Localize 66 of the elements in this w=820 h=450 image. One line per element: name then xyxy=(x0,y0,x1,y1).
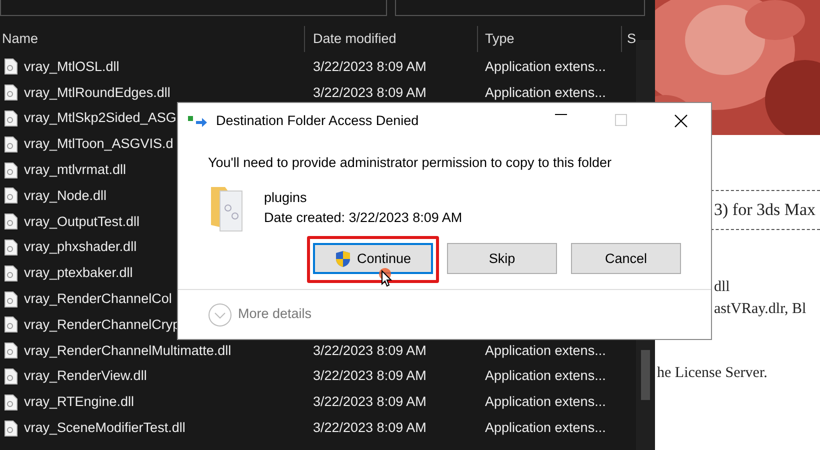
file-name[interactable]: vray_SceneModifierTest.dll xyxy=(24,418,186,438)
folder-name: plugins xyxy=(264,189,308,207)
file-icon xyxy=(4,110,18,127)
file-name[interactable]: vray_MtlSkp2Sided_ASG xyxy=(24,108,176,129)
file-icon xyxy=(4,213,18,230)
file-name[interactable]: vray_RenderChannelCryp xyxy=(24,314,180,335)
file-name[interactable]: vray_MtlToon_ASGVIS.d xyxy=(24,134,174,154)
date-modified: 3/22/2023 8:09 AM xyxy=(313,420,426,435)
file-icon xyxy=(4,84,18,102)
file-name[interactable]: vray_MtlRoundEdges.dll xyxy=(24,82,170,103)
document-text: he License Server. xyxy=(656,364,768,383)
date-created: Date created: 3/22/2023 8:09 AM xyxy=(264,209,462,228)
file-name[interactable]: vray_MtlOSL.dll xyxy=(24,56,120,78)
file-icon xyxy=(4,394,18,411)
column-header[interactable]: Name xyxy=(2,28,38,50)
file-icon xyxy=(4,368,18,385)
shield-icon xyxy=(334,250,351,268)
date-modified: 3/22/2023 8:09 AM xyxy=(313,368,426,384)
file-icon xyxy=(4,58,18,76)
file-icon xyxy=(4,342,18,360)
column-header[interactable]: Type xyxy=(485,28,514,50)
file-name[interactable]: vray_mtlvrmat.dll xyxy=(24,160,126,180)
file-type: Application extens... xyxy=(485,84,606,100)
copy-icon xyxy=(188,115,208,127)
file-type: Application extens... xyxy=(485,342,606,358)
more-details-link[interactable]: More details xyxy=(238,304,312,325)
file-type: Application extens... xyxy=(485,420,606,435)
document-text: dll xyxy=(713,278,731,297)
file-name[interactable]: vray_RTEngine.dll xyxy=(24,392,134,412)
file-icon xyxy=(4,420,18,437)
dialog-button[interactable]: Continue xyxy=(313,243,433,274)
file-type: Application extens... xyxy=(485,394,606,410)
date-modified: 3/22/2023 8:09 AM xyxy=(313,84,426,100)
dialog-button[interactable]: Skip xyxy=(447,243,557,274)
window-title: Destination Folder Access Denied xyxy=(216,112,419,130)
column-header[interactable]: Date modified xyxy=(313,28,396,50)
minimize-icon[interactable] xyxy=(555,114,567,116)
maximize-icon[interactable] xyxy=(615,114,627,126)
file-name[interactable]: vray_OutputTest.dll xyxy=(24,212,140,232)
dialog-message: You'll need to provide administrator permission to copy to this folder xyxy=(208,154,613,172)
file-icon xyxy=(4,264,18,282)
file-name[interactable]: vray_Node.dll xyxy=(24,186,107,206)
file-icon xyxy=(4,238,18,256)
file-type: Application extens... xyxy=(485,58,606,74)
file-icon xyxy=(4,187,18,204)
file-name[interactable]: vray_RenderChannelMultimatte.dll xyxy=(24,340,232,361)
close-icon[interactable] xyxy=(674,114,688,128)
file-name[interactable]: vray_ptexbaker.dll xyxy=(24,263,133,284)
date-modified: 3/22/2023 8:09 AM xyxy=(313,342,426,358)
file-name[interactable]: vray_phxshader.dll xyxy=(24,237,137,258)
file-icon xyxy=(4,316,18,334)
chevron-icon[interactable] xyxy=(208,302,232,326)
cursor-icon xyxy=(379,267,395,288)
dialog-button[interactable]: Cancel xyxy=(571,243,681,274)
file-name[interactable]: vray_RenderView.dll xyxy=(24,366,147,387)
file-icon xyxy=(4,162,18,179)
file-icon xyxy=(4,290,18,308)
column-header[interactable]: S xyxy=(627,28,636,50)
document-text: astVRay.dlr, Bl xyxy=(713,300,808,319)
file-name[interactable]: vray_RenderChannelCol xyxy=(24,288,172,310)
date-modified: 3/22/2023 8:09 AM xyxy=(313,394,426,410)
date-modified: 3/22/2023 8:09 AM xyxy=(313,58,426,74)
file-type: Application extens... xyxy=(485,368,606,384)
file-icon xyxy=(4,136,18,153)
scrollbar-thumb[interactable] xyxy=(641,350,650,400)
document-text: 3) for 3ds Max xyxy=(713,199,817,221)
